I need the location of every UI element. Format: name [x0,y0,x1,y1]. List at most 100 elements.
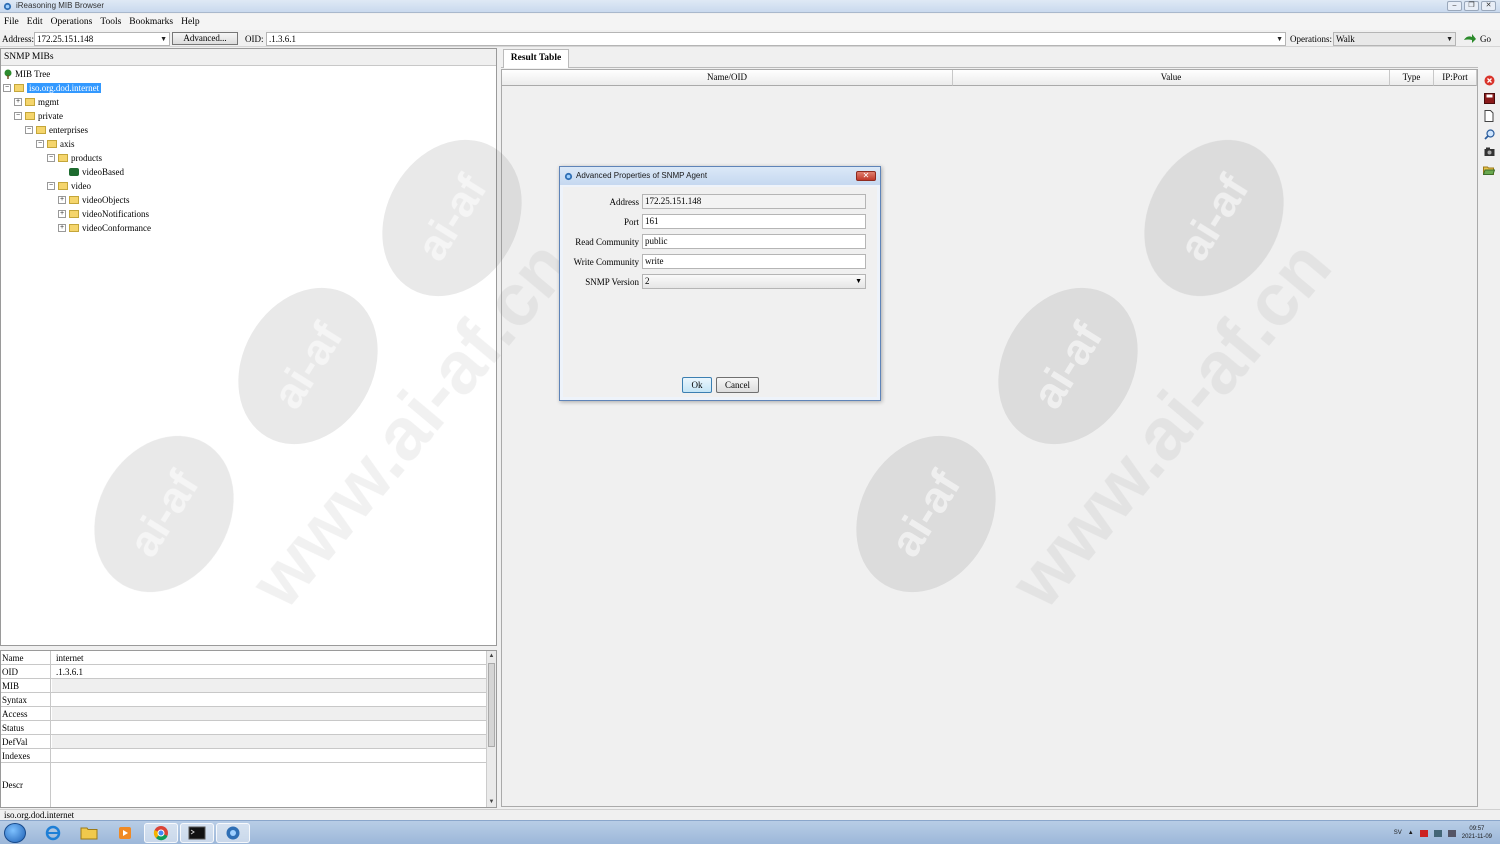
tree-item-videonotifications[interactable]: + videoNotifications [58,207,149,220]
tray-expand-icon[interactable]: ▲ [1408,830,1414,836]
ok-button[interactable]: Ok [682,377,712,393]
tree-item-videoobjects[interactable]: + videoObjects [58,193,130,206]
snmp-version-select[interactable]: 2 ▼ [642,274,866,289]
minimize-button[interactable]: ‒ [1447,1,1462,11]
folder-icon [47,139,57,148]
graph-icon[interactable] [1482,145,1496,159]
port-field[interactable]: 161 [642,214,866,229]
property-scrollbar[interactable]: ▲ ▼ [486,651,496,807]
column-header-ip-port[interactable]: IP:Port [1434,70,1477,86]
tree-icon [4,69,12,79]
dialog-title-bar[interactable]: Advanced Properties of SNMP Agent ✕ [560,167,880,185]
operations-select[interactable]: Walk ▼ [1333,32,1456,46]
property-row-indexes: Indexes [1,749,487,763]
chevron-down-icon: ▼ [855,277,862,285]
collapse-icon[interactable]: − [36,139,44,148]
operations-value: Walk [1336,34,1355,44]
volume-icon[interactable] [1447,829,1456,837]
clock[interactable]: 09:57 2021-11-09 [1462,825,1492,841]
expand-icon[interactable]: + [14,97,22,106]
tree-item-private[interactable]: − private [14,109,63,122]
address-value: 172.25.151.148 [37,34,94,44]
collapse-icon[interactable]: − [14,111,22,120]
tree-item-enterprises[interactable]: − enterprises [25,123,88,136]
close-window-button[interactable]: ✕ [1481,1,1496,11]
tab-result-table[interactable]: Result Table [503,49,569,68]
title-bar: iReasoning MIB Browser ‒ ❐ ✕ [0,0,1500,13]
collapse-icon[interactable]: − [47,181,55,190]
cancel-button[interactable]: Cancel [716,377,759,393]
go-button[interactable]: Go [1463,32,1491,45]
snmp-mibs-header: SNMP MIBs [1,49,496,66]
language-indicator[interactable]: SV [1394,830,1402,836]
write-community-field[interactable]: write [642,254,866,269]
property-row-name: Name internet [1,651,487,665]
media-player-icon[interactable] [108,823,142,843]
address-combo[interactable]: 172.25.151.148 ▼ [34,32,170,46]
menu-help[interactable]: Help [181,17,199,27]
system-tray: SV ▲ 09:57 2021-11-09 [1394,823,1492,843]
folder-icon [25,97,35,106]
menu-file[interactable]: File [4,17,19,27]
scroll-thumb[interactable] [488,663,495,747]
chrome-icon[interactable] [144,823,178,843]
column-header-type[interactable]: Type [1390,70,1434,86]
find-icon[interactable] [1482,127,1496,141]
save-icon[interactable] [1482,91,1496,105]
document-icon[interactable] [1482,109,1496,123]
go-icon [1464,33,1476,43]
folder-icon [36,125,46,134]
collapse-icon[interactable]: − [25,125,33,134]
explorer-icon[interactable] [72,823,106,843]
ie-icon[interactable] [36,823,70,843]
tree-item-axis[interactable]: − axis [36,137,75,150]
tree-item-videoconformance[interactable]: + videoConformance [58,221,151,234]
column-header-value[interactable]: Value [953,70,1390,86]
terminal-icon[interactable] [180,823,214,843]
start-button[interactable] [4,823,26,843]
read-community-field[interactable]: public [642,234,866,249]
scroll-up-icon[interactable]: ▲ [487,651,496,661]
dialog-close-button[interactable]: ✕ [856,171,876,181]
property-row-mib: MIB [1,679,487,693]
tree-item-video[interactable]: − video [47,179,91,192]
tree-item-iso-org-dod-internet[interactable]: − iso.org.dod.internet [3,81,102,94]
expand-icon[interactable]: + [58,223,66,232]
mib-browser-icon[interactable] [216,823,250,843]
menu-operations[interactable]: Operations [51,17,93,27]
stop-icon[interactable] [1482,73,1496,87]
menu-tools[interactable]: Tools [100,17,121,27]
network-icon[interactable] [1433,829,1442,837]
open-folder-icon[interactable] [1482,163,1496,177]
write-community-label: Write Community [573,257,639,267]
tree-item-mgmt[interactable]: + mgmt [14,95,59,108]
menu-bar: File Edit Operations Tools Bookmarks Hel… [0,14,1500,30]
tree-item-videobased[interactable]: videoBased [69,165,124,178]
menu-edit[interactable]: Edit [27,17,43,27]
side-toolbar [1479,70,1499,808]
menu-bookmarks[interactable]: Bookmarks [129,17,173,27]
folder-icon [58,153,68,162]
tree-item-mib-tree[interactable]: MIB Tree [3,67,50,80]
property-row-oid: OID .1.3.6.1 [1,665,487,679]
scroll-down-icon[interactable]: ▼ [487,797,496,807]
advanced-button[interactable]: Advanced... [172,32,238,45]
expand-icon[interactable]: + [58,195,66,204]
folder-icon [58,181,68,190]
flag-icon[interactable] [1419,829,1428,837]
oid-combo[interactable]: .1.3.6.1 ▼ [266,32,1286,46]
dialog-title: Advanced Properties of SNMP Agent [576,171,708,180]
address-label: Address: [2,34,34,44]
expand-icon[interactable]: + [58,209,66,218]
collapse-icon[interactable]: − [3,83,11,92]
app-icon [3,2,12,11]
window-title: iReasoning MIB Browser [16,1,105,10]
mib-tree-panel: SNMP MIBs MIB Tree − iso.org.dod.interne… [0,48,497,646]
maximize-button[interactable]: ❐ [1464,1,1479,11]
chevron-down-icon: ▼ [1446,35,1453,43]
property-row-status: Status [1,721,487,735]
collapse-icon[interactable]: − [47,153,55,162]
address-field[interactable]: 172.25.151.148 [642,194,866,209]
tree-item-products[interactable]: − products [47,151,102,164]
column-header-name-oid[interactable]: Name/OID [502,70,953,86]
